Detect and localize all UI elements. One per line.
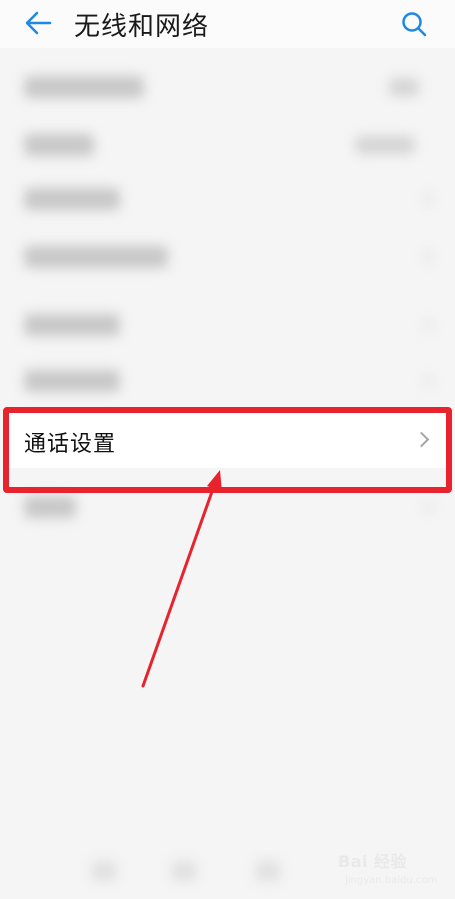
nav-home-button[interactable] — [172, 861, 196, 881]
back-arrow-icon[interactable] — [24, 10, 52, 36]
chevron-right-icon — [418, 249, 434, 265]
list-item[interactable] — [0, 56, 455, 112]
list-item[interactable] — [0, 112, 455, 168]
nav-back-button[interactable] — [92, 861, 116, 881]
list-item-label — [24, 246, 168, 268]
chevron-right-icon — [418, 191, 434, 207]
watermark-url: jingyan.baidu.com — [345, 875, 438, 886]
list-item-value — [389, 78, 419, 96]
list-item[interactable] — [0, 168, 455, 224]
chevron-right-icon — [418, 373, 434, 389]
list-item-label — [24, 496, 76, 518]
list-item-label — [24, 188, 120, 210]
chevron-right-icon — [418, 317, 434, 333]
list-item-label — [24, 314, 120, 336]
list-item-label — [24, 76, 144, 98]
chevron-right-icon — [418, 499, 434, 515]
list-item[interactable] — [0, 226, 455, 282]
search-icon[interactable] — [400, 10, 428, 38]
highlight-box — [3, 407, 452, 493]
list-item-label — [24, 134, 94, 156]
list-item-value — [355, 136, 415, 154]
app-bar: 无线和网络 — [0, 0, 455, 48]
page-title: 无线和网络 — [74, 12, 210, 42]
list-item-label — [24, 370, 120, 392]
list-item[interactable] — [0, 298, 455, 354]
watermark-logo: Bai 经验 — [338, 852, 408, 871]
list-item[interactable] — [0, 354, 455, 410]
nav-recents-button[interactable] — [256, 861, 280, 881]
